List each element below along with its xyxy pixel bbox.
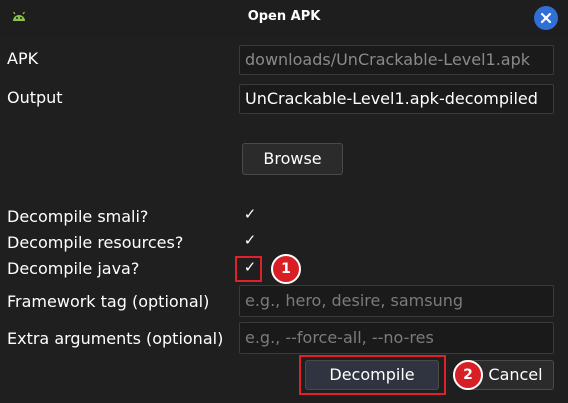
extra-arguments-label: Extra arguments (optional) xyxy=(7,329,224,348)
framework-tag-input[interactable]: e.g., hero, desire, samsung xyxy=(239,285,554,317)
output-path-value: UnCrackable-Level1.apk-decompiled xyxy=(245,89,538,108)
browse-button[interactable]: Browse xyxy=(242,143,343,175)
window-title: Open APK xyxy=(247,9,321,24)
framework-tag-placeholder: e.g., hero, desire, samsung xyxy=(245,291,464,310)
decompile-button-highlight xyxy=(299,355,446,395)
step-badge-1: 1 xyxy=(271,254,301,284)
output-label: Output xyxy=(7,88,63,107)
extra-arguments-input[interactable]: e.g., --force-all, --no-res xyxy=(239,322,554,354)
decompile-java-label: Decompile java? xyxy=(7,259,140,278)
title-bar: Open APK xyxy=(0,0,568,36)
apk-label: APK xyxy=(7,49,39,68)
java-checkbox-highlight xyxy=(235,256,262,282)
decompile-smali-label: Decompile smali? xyxy=(7,207,149,226)
step-badge-2: 2 xyxy=(453,360,483,390)
apk-path-field[interactable]: downloads/UnCrackable-Level1.apk xyxy=(239,45,554,75)
close-button[interactable] xyxy=(534,6,558,30)
decompile-smali-checkbox[interactable]: ✓ xyxy=(241,205,259,223)
output-path-field[interactable]: UnCrackable-Level1.apk-decompiled xyxy=(239,84,554,114)
apk-path-value: downloads/UnCrackable-Level1.apk xyxy=(245,50,531,69)
framework-tag-label: Framework tag (optional) xyxy=(7,292,210,311)
close-icon xyxy=(540,12,552,24)
extra-arguments-placeholder: e.g., --force-all, --no-res xyxy=(245,328,434,347)
decompile-resources-label: Decompile resources? xyxy=(7,233,184,252)
decompile-resources-checkbox[interactable]: ✓ xyxy=(241,231,259,249)
